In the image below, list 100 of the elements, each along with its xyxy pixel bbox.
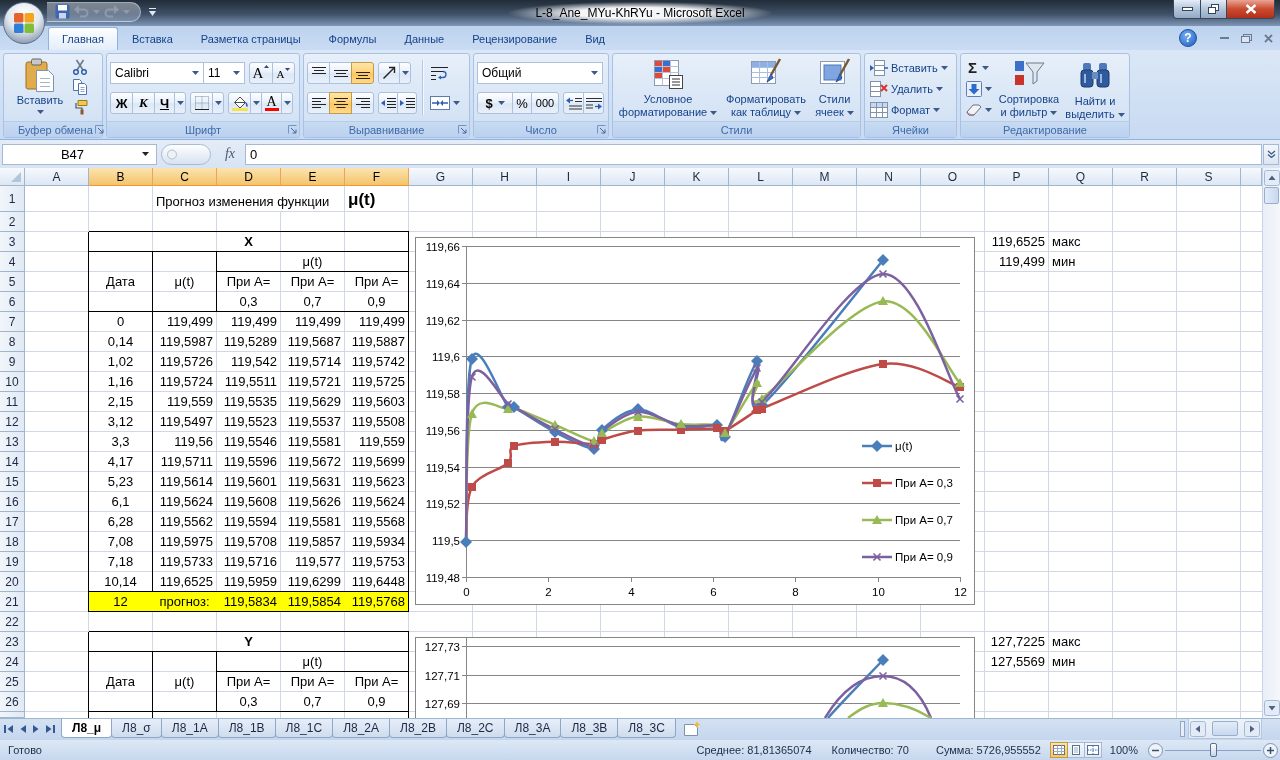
row-header[interactable]: 11 [0,392,25,412]
new-sheet-icon[interactable] [682,721,701,736]
column-header[interactable]: I [537,168,601,186]
insert-cells-button[interactable]: Вставить [868,57,950,78]
row-header[interactable]: 14 [0,452,25,472]
increase-decimal-button[interactable] [563,92,584,114]
underline-button[interactable]: Ч [154,92,175,114]
column-header[interactable]: A [25,168,89,186]
skip-right-icon[interactable] [45,724,55,734]
ribbon-tab[interactable]: Данные [390,27,459,50]
font-name-dropdown[interactable]: Calibri [110,62,204,84]
caret-icon[interactable] [142,152,149,156]
format-cells-button[interactable]: Формат [868,99,950,120]
percent-button[interactable]: % [512,92,532,114]
sheet-tab[interactable]: Л8_1В [217,719,276,738]
decrease-decimal-button[interactable] [583,92,604,114]
align-top-button[interactable] [307,62,330,84]
sheet-tab[interactable]: Л8_2А [332,719,391,738]
column-header[interactable]: F [345,168,409,186]
row-header[interactable]: 15 [0,472,25,492]
row-header[interactable]: 26 [0,692,25,712]
row-header[interactable]: 7 [0,312,25,332]
row-header[interactable]: 23 [0,632,25,652]
column-header[interactable]: H [473,168,537,186]
sheet-tab[interactable]: Л8_1А [160,719,219,738]
row-header[interactable]: 3 [0,232,25,252]
cell-styles-button[interactable]: Стили ячеек [812,57,857,121]
insert-function-button[interactable]: fx [215,143,245,165]
sheet-tab[interactable]: Л8_μ [61,719,113,738]
decrease-indent-button[interactable] [378,92,398,114]
brush-icon[interactable] [72,99,88,115]
caret-icon[interactable] [233,71,240,75]
column-header[interactable]: G [409,168,473,186]
sheet-tab[interactable]: Л8_3А [503,719,562,738]
align-center-button[interactable] [329,92,352,114]
row-header[interactable]: 24 [0,652,25,672]
row-header[interactable]: 9 [0,352,25,372]
zoom-level[interactable]: 100% [1109,744,1138,756]
minimize-button[interactable] [1173,0,1201,19]
fill-button[interactable] [964,78,994,99]
column-header[interactable]: E [281,168,345,186]
divider-grip-icon[interactable] [161,143,211,165]
autosum-button[interactable]: Σ [964,57,994,78]
caret-icon[interactable] [283,101,291,105]
align-left-button[interactable] [307,92,330,114]
dropdown-button[interactable] [250,92,262,114]
restore-button[interactable] [1201,0,1227,19]
column-header[interactable]: R [1113,168,1177,186]
shrink-font-button[interactable]: A [272,62,295,84]
caret-icon[interactable] [401,71,409,75]
sheet-tab[interactable]: Л8_1С [274,719,334,738]
align-middle-button[interactable] [329,62,352,84]
dropdown-button[interactable] [212,92,224,114]
restore-icon[interactable] [1241,33,1252,43]
ribbon-tab[interactable]: Рецензирование [458,27,572,50]
row-header[interactable]: 18 [0,532,25,552]
thousands-button[interactable]: 000 [531,92,559,114]
column-header[interactable]: Q [1049,168,1113,186]
ribbon-tab[interactable]: Разметка страницы [186,27,315,50]
row-header[interactable]: 16 [0,492,25,512]
column-header[interactable]: P [985,168,1049,186]
worksheet-grid[interactable] [0,168,1262,718]
sheet-tab[interactable]: Л8_σ [111,719,162,738]
column-header[interactable]: K [665,168,729,186]
save-icon[interactable] [55,4,70,19]
format-as-table-button[interactable]: Форматировать как таблицу [723,57,809,121]
caret-icon[interactable] [192,71,199,75]
delete-cells-button[interactable]: Удалить [868,78,950,99]
row-header[interactable]: 2 [0,212,25,232]
caret-icon[interactable] [591,71,598,75]
find-select-button[interactable]: Найти и выделить [1064,57,1126,121]
row-header[interactable]: 1 [0,186,25,212]
column-header[interactable]: D [217,168,281,186]
sheet-tab[interactable]: Л8_3С [617,719,676,738]
row-header[interactable]: 6 [0,292,25,312]
close-button[interactable] [1227,0,1275,19]
plus-icon[interactable] [1263,742,1278,758]
scrollbar-thumb[interactable] [1212,721,1238,736]
dialog-launcher-icon[interactable] [95,125,105,134]
sheet-tab[interactable]: Л8_3В [560,719,619,738]
borders-button[interactable] [190,92,213,114]
row-header[interactable]: 25 [0,672,25,692]
vertical-scrollbar[interactable] [1262,168,1280,718]
column-header[interactable]: L [729,168,793,186]
currency-button[interactable]: $ [477,92,513,114]
expand-button[interactable] [1263,143,1279,165]
font-size-dropdown[interactable]: 11 [203,62,245,84]
row-header[interactable]: 8 [0,332,25,352]
row-header[interactable]: 21 [0,592,25,612]
dropdown-button[interactable] [399,62,411,84]
column-header[interactable]: O [921,168,985,186]
name-box[interactable]: B47 [2,143,157,165]
ribbon-tab[interactable]: Вставка [117,27,187,50]
column-header[interactable]: B [89,168,153,186]
caret-icon[interactable] [214,101,222,105]
column-header[interactable]: C [153,168,217,186]
zoom-slider[interactable] [1165,743,1261,757]
increase-indent-button[interactable] [397,92,417,114]
number-format-dropdown[interactable]: Общий [477,62,603,84]
row-header[interactable]: 5 [0,272,25,292]
